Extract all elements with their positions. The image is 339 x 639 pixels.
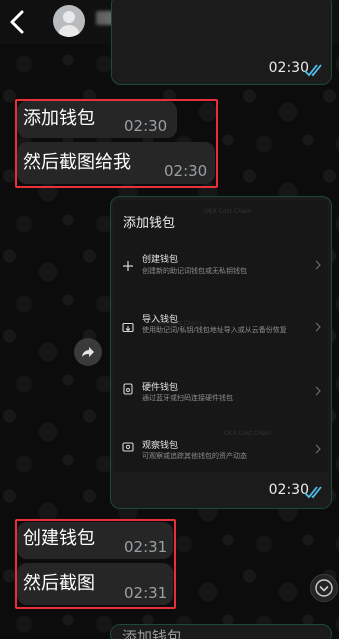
option-description: 通过蓝牙或扫码连接硬件钱包: [142, 394, 233, 402]
chevron-left-icon[interactable]: [6, 9, 28, 35]
read-ticks-icon: [304, 486, 322, 499]
watermark: OKX Cost Chain: [224, 430, 272, 437]
read-ticks-icon: [304, 64, 322, 77]
forward-button[interactable]: [74, 338, 102, 366]
watermark: OKX Cost Chain: [204, 208, 252, 215]
message-timestamp: 02:30: [268, 482, 309, 498]
chevron-down-icon: [315, 579, 333, 597]
avatar[interactable]: [53, 5, 85, 37]
option-title: 观察钱包: [142, 441, 179, 451]
import-icon: [122, 322, 134, 333]
chevron-right-icon: [315, 260, 321, 270]
highlight-box: [15, 519, 176, 609]
option-description: 创建新的助记词钱包或无私钥钱包: [142, 267, 247, 275]
hardware-icon: [123, 383, 133, 395]
chevron-right-icon: [315, 386, 321, 396]
chevron-right-icon: [315, 322, 321, 332]
message-text: 添加钱包: [122, 628, 183, 639]
forward-icon: [82, 347, 94, 357]
option-title: 导入钱包: [142, 315, 179, 325]
option-description: 使用助记词/私钥/钱包地址导入或从云备份恢复: [142, 326, 287, 334]
watch-icon: [122, 442, 134, 452]
highlight-box: [15, 99, 218, 188]
chevron-right-icon: [315, 444, 321, 454]
screenshot-title: 添加钱包: [123, 216, 176, 231]
option-title: 硬件钱包: [142, 383, 179, 393]
scroll-down-button[interactable]: [310, 574, 338, 602]
wallet-screenshot[interactable]: OKX Cost Chain OKX Cost Chain OKX Cost C…: [114, 200, 328, 472]
option-title: 创建钱包: [142, 255, 179, 265]
option-description: 可观察或追踪其他钱包的资产动态: [142, 452, 247, 460]
plus-icon: [123, 261, 133, 271]
message-timestamp: 02:30: [268, 60, 309, 76]
